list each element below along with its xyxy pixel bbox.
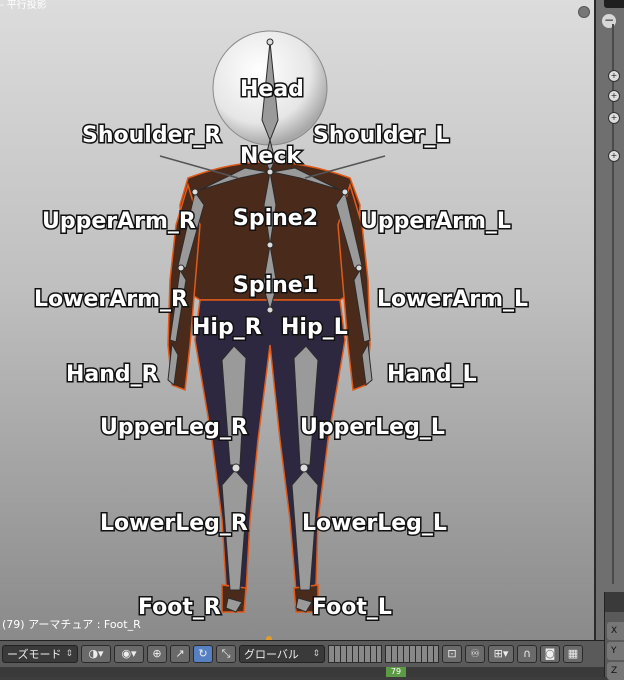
label-upperleg-l: UpperLeg_L: [300, 415, 445, 440]
expand-icon[interactable]: +: [608, 112, 620, 124]
layer-grid-2[interactable]: [385, 645, 439, 663]
label-upperleg-r: UpperLeg_R: [100, 415, 248, 440]
mode-select[interactable]: ーズモード ⇕: [2, 645, 78, 663]
label-hand-r: Hand_R: [66, 362, 159, 387]
axis-y-field[interactable]: Y: [607, 642, 624, 660]
3d-viewport[interactable]: - 平行投影 Head Shoulder_R Shoulder_L Neck U…: [0, 0, 594, 640]
expand-icon[interactable]: +: [608, 70, 620, 82]
snap-icon[interactable]: ⊞▾: [488, 645, 514, 663]
label-head: Head: [240, 77, 304, 102]
label-hip-r: Hip_R: [192, 315, 262, 340]
label-shoulder-l: Shoulder_L: [313, 123, 449, 148]
label-lowerarm-l: LowerArm_L: [377, 287, 528, 312]
viewport-header: ーズモード ⇕ ◑▾ ◉▾ ⊕ ↗ ↻ ⤡ グローバル ⇕ ⊡ ♾ ⊞▾ ∩ ◙…: [0, 640, 606, 667]
current-frame-badge: 79: [386, 667, 406, 677]
label-hip-l: Hip_L: [281, 315, 348, 340]
shading-select[interactable]: ◑▾: [81, 645, 111, 663]
chevron-updown-icon: ⇕: [312, 649, 320, 659]
magnet-icon[interactable]: ∩: [517, 645, 537, 663]
mode-select-value: ーズモード: [7, 648, 62, 661]
outliner-tree-line: [612, 24, 614, 584]
panel-header-bar: [605, 592, 624, 612]
axis-z-field[interactable]: Z: [607, 662, 624, 680]
translate-icon[interactable]: ↗: [170, 645, 190, 663]
label-neck: Neck: [240, 144, 302, 169]
pose-icon[interactable]: ♾: [465, 645, 485, 663]
panel-header-bar: [604, 0, 624, 8]
timeline[interactable]: [0, 667, 604, 677]
label-spine2: Spine2: [233, 206, 318, 231]
label-lowerleg-r: LowerLeg_R: [100, 511, 248, 536]
chevron-updown-icon: ⇕: [65, 649, 73, 659]
axis-x-field[interactable]: X: [607, 622, 624, 640]
clapper-icon[interactable]: ▦: [563, 645, 583, 663]
label-upperarm-l: UpperArm_L: [360, 209, 511, 234]
label-hand-l: Hand_L: [387, 362, 477, 387]
render-icon[interactable]: ◙: [540, 645, 560, 663]
rotate-icon[interactable]: ↻: [193, 645, 213, 663]
object-status: (79) アーマチュア : Foot_R: [2, 618, 141, 631]
label-foot-l: Foot_L: [312, 595, 392, 620]
label-upperarm-r: UpperArm_R: [42, 209, 196, 234]
label-shoulder-r: Shoulder_R: [82, 123, 221, 148]
label-lowerleg-l: LowerLeg_L: [302, 511, 447, 536]
outliner-panel[interactable]: − + + + +: [594, 0, 624, 640]
expand-icon[interactable]: +: [608, 150, 620, 162]
armature-scene[interactable]: Head Shoulder_R Shoulder_L Neck UpperArm…: [0, 0, 594, 640]
expand-icon[interactable]: +: [608, 90, 620, 102]
lock-icon[interactable]: ⊡: [442, 645, 462, 663]
manipulator-toggle-icon[interactable]: ⊕: [147, 645, 167, 663]
orientation-select-value: グローバル: [244, 648, 299, 661]
layer-grid-1[interactable]: [328, 645, 382, 663]
pivot-select[interactable]: ◉▾: [114, 645, 144, 663]
scale-icon[interactable]: ⤡: [216, 645, 236, 663]
label-spine1: Spine1: [233, 273, 318, 298]
label-foot-r: Foot_R: [138, 595, 221, 620]
properties-panel[interactable]: X Y Z: [604, 592, 624, 680]
orientation-select[interactable]: グローバル ⇕: [239, 645, 325, 663]
label-lowerarm-r: LowerArm_R: [34, 287, 188, 312]
